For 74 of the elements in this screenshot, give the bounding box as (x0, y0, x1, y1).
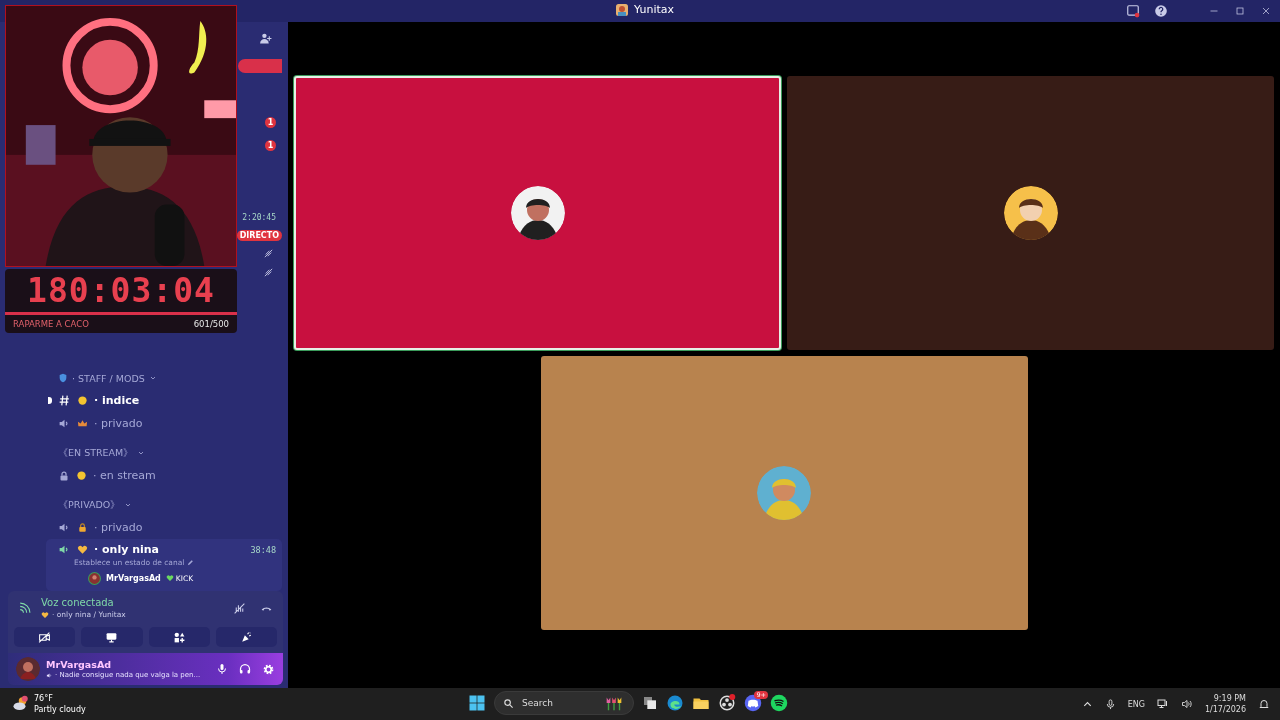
channel-name[interactable]: · privado (94, 521, 143, 535)
category-name[interactable]: 《PRIVADO》 (58, 498, 121, 512)
party-horn-icon (239, 630, 253, 644)
clock-time[interactable]: 9:19 PM (1213, 693, 1246, 704)
add-friend-icon[interactable] (259, 32, 272, 45)
shapes-icon (172, 630, 186, 644)
channel-name[interactable]: · only nina (94, 543, 160, 557)
user-avatar[interactable] (16, 657, 40, 682)
signal-icon (18, 601, 31, 615)
unread-badge: 1 (265, 140, 276, 151)
shield-icon (58, 373, 68, 384)
lock-icon (58, 469, 70, 482)
server-icon (616, 3, 628, 16)
search-field[interactable]: Search (494, 691, 634, 715)
goal-count: 601/500 (193, 319, 229, 329)
microphone-icon[interactable] (216, 662, 228, 675)
emoji-icon (76, 470, 87, 482)
headphones-icon[interactable] (239, 662, 251, 675)
help-icon[interactable] (1154, 4, 1168, 18)
network-icon[interactable] (1156, 698, 1169, 710)
video-tile[interactable] (787, 76, 1274, 350)
video-tile[interactable] (540, 356, 1028, 630)
notification-bell-icon[interactable] (1258, 698, 1270, 710)
channel-name[interactable]: · privado (94, 417, 143, 431)
screen-share-icon (105, 630, 119, 644)
maximize-icon[interactable] (1234, 5, 1246, 17)
settings-icon[interactable] (262, 662, 275, 676)
hash-icon (58, 394, 71, 408)
live-time: 2:20:45 (242, 213, 276, 222)
input-language[interactable]: ENG (1127, 699, 1145, 709)
member-name[interactable]: MrVargasAd (106, 573, 161, 583)
volume-icon[interactable] (1180, 698, 1193, 710)
activities-button[interactable] (148, 627, 210, 648)
emoji-icon (77, 395, 88, 407)
clock-date[interactable]: 1/17/2026 (1204, 704, 1246, 715)
avatar (1003, 186, 1058, 240)
category-name[interactable]: 《EN STREAM》 (58, 446, 134, 460)
camera-off-icon (38, 630, 52, 644)
screen-share-button[interactable] (81, 627, 143, 648)
microphone-icon[interactable] (1104, 698, 1116, 710)
pencil-icon (187, 559, 195, 567)
channel-name[interactable]: · indice (94, 394, 140, 408)
close-icon[interactable] (1260, 5, 1272, 17)
live-badge: DIRECTO (236, 230, 282, 241)
category-name[interactable]: · STAFF / MODS (72, 372, 145, 384)
heart-icon (165, 574, 174, 583)
video-tile[interactable] (294, 76, 781, 350)
temperature: 76°F (34, 693, 54, 704)
task-view-icon[interactable] (642, 695, 658, 711)
inbox-icon[interactable] (1126, 4, 1140, 18)
emoji-icon (77, 544, 88, 556)
search-icon (503, 697, 514, 709)
avatar (757, 466, 811, 520)
channel-highlight[interactable] (238, 59, 282, 73)
avatar (88, 571, 101, 585)
channel-name[interactable]: · en stream (93, 469, 156, 483)
weather-condition: Partly cloudy (34, 704, 86, 715)
heart-icon (41, 610, 49, 619)
emoji-icon (77, 522, 88, 534)
call-duration: 38:48 (250, 544, 276, 555)
connection-status: Voz conectada (41, 597, 115, 609)
goal-label: RAPARME A CACO (13, 319, 89, 329)
start-icon[interactable] (468, 694, 486, 712)
username: MrVargasAd (46, 659, 113, 671)
window-title: Yunitax (634, 3, 675, 16)
muted-icon (263, 248, 274, 259)
unread-badge: 1 (265, 117, 276, 128)
weather-icon (12, 695, 30, 713)
camera-off-button[interactable] (14, 627, 76, 648)
muted-icon (263, 267, 274, 278)
avatar (510, 186, 565, 240)
countdown-timer: 180:03:04 (26, 271, 216, 310)
speaker-icon (46, 671, 53, 679)
noise-suppression-icon[interactable] (233, 601, 246, 615)
